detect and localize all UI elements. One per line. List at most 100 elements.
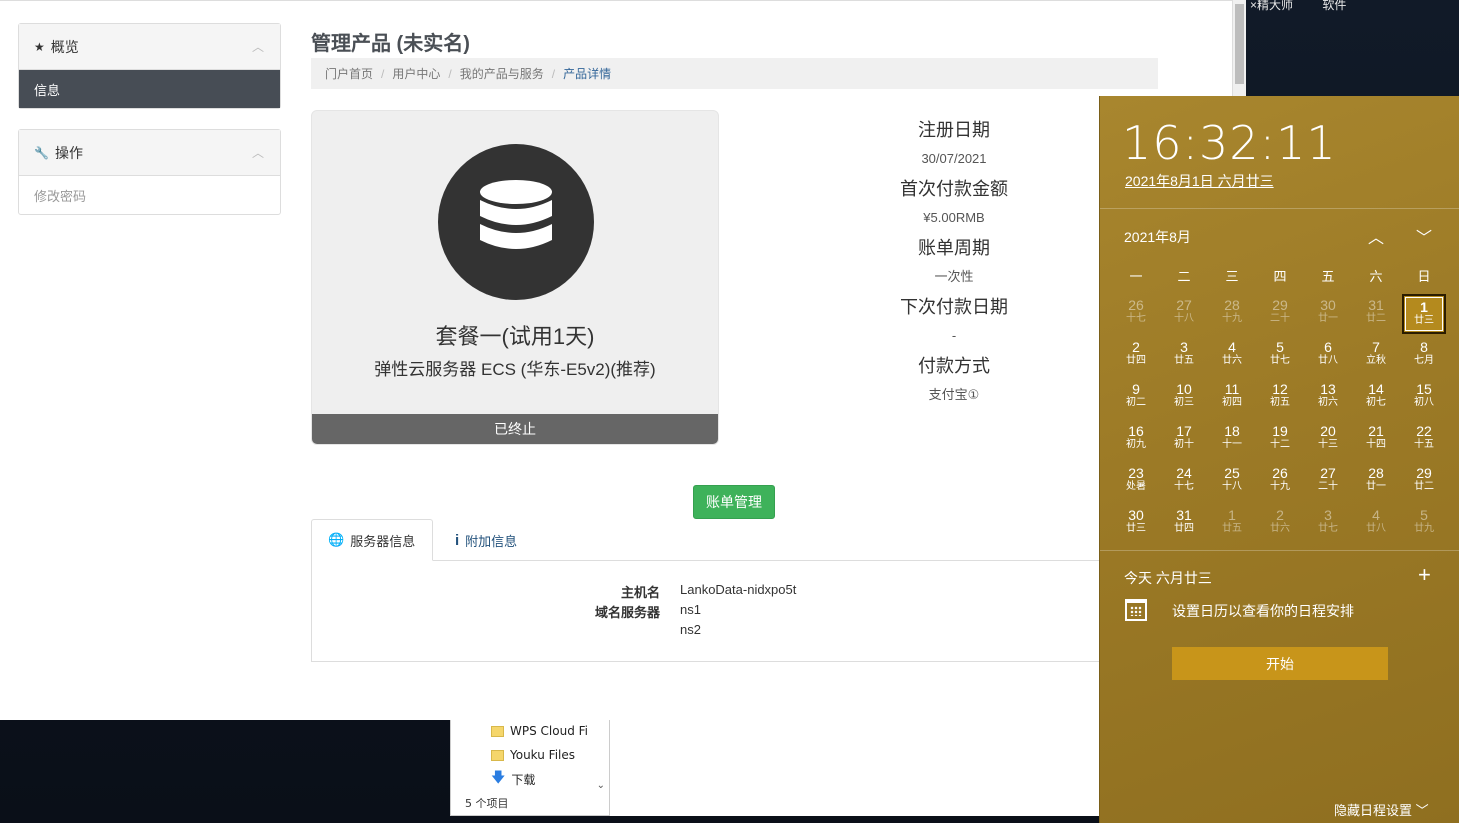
- day-number: 22: [1416, 423, 1432, 439]
- day-number: 2: [1132, 339, 1140, 355]
- chevron-up-icon[interactable]: ︿: [1368, 224, 1384, 248]
- calendar-day[interactable]: 7 立秋: [1354, 336, 1398, 376]
- sidebar-item-info[interactable]: 信息: [19, 70, 280, 108]
- day-number: 3: [1180, 339, 1188, 355]
- list-item[interactable]: WPS Cloud Fi: [451, 719, 609, 743]
- scroll-down-icon[interactable]: ⌄: [597, 780, 605, 791]
- panel-header-overview[interactable]: ★ 概览 ︿: [19, 24, 280, 70]
- day-number: 24: [1176, 465, 1192, 481]
- calendar-day[interactable]: 12 初五: [1258, 378, 1302, 418]
- divider: [1100, 550, 1459, 551]
- tab-content: 主机名 LankoData-nidxpo5t 域名服务器 ns1 ns2: [311, 560, 1111, 662]
- day-number: 25: [1224, 465, 1240, 481]
- lunar-date: 廿二: [1414, 481, 1434, 492]
- day-number: 7: [1372, 339, 1380, 355]
- day-number: 18: [1224, 423, 1240, 439]
- calendar-day[interactable]: 2 廿六: [1258, 504, 1302, 544]
- desktop-label[interactable]: ×精大师: [1250, 0, 1293, 12]
- page-title: 管理产品 (未实名): [311, 33, 470, 55]
- next-due-label: 下次付款日期: [900, 297, 1008, 317]
- calendar-day[interactable]: 11 初四: [1210, 378, 1254, 418]
- chevron-down-icon[interactable]: ﹀: [1416, 224, 1432, 248]
- calendar-day[interactable]: 14 初七: [1354, 378, 1398, 418]
- calendar-day[interactable]: 3 廿七: [1306, 504, 1350, 544]
- calendar-day[interactable]: 16 初九: [1114, 420, 1158, 460]
- tab-server-info[interactable]: 🌐 服务器信息: [311, 519, 433, 561]
- add-event-icon[interactable]: +: [1418, 562, 1431, 588]
- scrollbar-thumb[interactable]: [1235, 4, 1244, 84]
- calendar-day[interactable]: 18 十一: [1210, 420, 1254, 460]
- bill-management-button[interactable]: 账单管理: [693, 485, 775, 519]
- sidebar-item-change-password[interactable]: 修改密码: [19, 176, 280, 214]
- lunar-date: 十一: [1222, 439, 1242, 450]
- list-item[interactable]: 🡇 下载: [451, 767, 609, 791]
- full-date-link[interactable]: 2021年8月1日 六月廿三: [1125, 171, 1274, 191]
- calendar-day[interactable]: 31 廿四: [1162, 504, 1206, 544]
- panel-header-actions[interactable]: 🔧 操作 ︿: [19, 130, 280, 176]
- lunar-date: 十八: [1174, 313, 1194, 324]
- calendar-day[interactable]: 24 十七: [1162, 462, 1206, 502]
- breadcrumb-products[interactable]: 我的产品与服务: [460, 65, 544, 82]
- weekday-label: 日: [1417, 269, 1431, 284]
- month-label[interactable]: 2021年8月: [1124, 227, 1191, 247]
- calendar-day[interactable]: 19 十二: [1258, 420, 1302, 460]
- calendar-day[interactable]: 22 十五: [1402, 420, 1446, 460]
- calendar-day[interactable]: 29 廿二: [1402, 462, 1446, 502]
- calendar-day[interactable]: 3 廿五: [1162, 336, 1206, 376]
- method-label: 付款方式: [918, 356, 990, 376]
- day-number: 4: [1228, 339, 1236, 355]
- lunar-date: 立秋: [1366, 355, 1386, 366]
- calendar-day[interactable]: 2 廿四: [1114, 336, 1158, 376]
- start-button[interactable]: 开始: [1172, 647, 1388, 680]
- calendar-day[interactable]: 4 廿八: [1354, 504, 1398, 544]
- day-number: 29: [1416, 465, 1432, 481]
- calendar-day[interactable]: 15 初八: [1402, 378, 1446, 418]
- calendar-day[interactable]: 31 廿二: [1354, 294, 1398, 334]
- calendar-day[interactable]: 28 廿一: [1354, 462, 1398, 502]
- lunar-date: 初四: [1222, 397, 1242, 408]
- calendar-day[interactable]: 23 处暑: [1114, 462, 1158, 502]
- chevron-up-icon[interactable]: ︿: [252, 144, 264, 161]
- weekday-label: 五: [1321, 269, 1335, 284]
- calendar-day[interactable]: 27 十八: [1162, 294, 1206, 334]
- calendar-day[interactable]: 13 初六: [1306, 378, 1350, 418]
- calendar-day[interactable]: 8 七月: [1402, 336, 1446, 376]
- product-info: 注册日期 30/07/2021 首次付款金额 ¥5.00RMB 账单周期 一次性…: [854, 119, 1054, 414]
- hide-agenda-label: 隐藏日程设置: [1334, 803, 1413, 818]
- calendar-day[interactable]: 6 廿八: [1306, 336, 1350, 376]
- method-value: 支付宝①: [928, 387, 980, 402]
- day-number: 31: [1176, 507, 1192, 523]
- day-number: 5: [1420, 507, 1428, 523]
- breadcrumb-home[interactable]: 门户首页: [325, 65, 373, 82]
- tab-extra-info[interactable]: i 附加信息: [439, 519, 533, 561]
- lunar-date: 初六: [1318, 397, 1338, 408]
- list-item[interactable]: Youku Files: [451, 743, 609, 767]
- calendar-day[interactable]: 29 二十: [1258, 294, 1302, 334]
- info-tabs: 🌐 服务器信息 i 附加信息: [311, 519, 1111, 561]
- calendar-day[interactable]: 21 十四: [1354, 420, 1398, 460]
- calendar-day[interactable]: 4 廿六: [1210, 336, 1254, 376]
- desktop-label[interactable]: 软件: [1322, 0, 1346, 12]
- calendar-day[interactable]: 5 廿七: [1258, 336, 1302, 376]
- chevron-up-icon[interactable]: ︿: [252, 38, 264, 55]
- calendar-day[interactable]: 20 十三: [1306, 420, 1350, 460]
- calendar-day-today[interactable]: 1 廿三: [1402, 294, 1446, 334]
- calendar-day[interactable]: 26 十七: [1114, 294, 1158, 334]
- calendar-day[interactable]: 26 十九: [1258, 462, 1302, 502]
- sidebar-actions-panel: 🔧 操作 ︿ 修改密码: [18, 129, 281, 215]
- calendar-day[interactable]: 30 廿一: [1306, 294, 1350, 334]
- breadcrumb-user-center[interactable]: 用户中心: [392, 65, 440, 82]
- calendar-day[interactable]: 25 十八: [1210, 462, 1254, 502]
- hide-agenda-link[interactable]: 隐藏日程设置 ﹀: [1334, 800, 1429, 819]
- calendar-day[interactable]: 10 初三: [1162, 378, 1206, 418]
- ns1-value: ns1: [680, 602, 701, 617]
- calendar-day[interactable]: 1 廿五: [1210, 504, 1254, 544]
- calendar-day[interactable]: 28 十九: [1210, 294, 1254, 334]
- calendar-day[interactable]: 17 初十: [1162, 420, 1206, 460]
- calendar-day[interactable]: 27 二十: [1306, 462, 1350, 502]
- explorer-pane: [610, 718, 1102, 816]
- calendar-day[interactable]: 5 廿九: [1402, 504, 1446, 544]
- calendar-day[interactable]: 30 廿三: [1114, 504, 1158, 544]
- calendar-day[interactable]: 9 初二: [1114, 378, 1158, 418]
- item-label: 下载: [511, 772, 536, 787]
